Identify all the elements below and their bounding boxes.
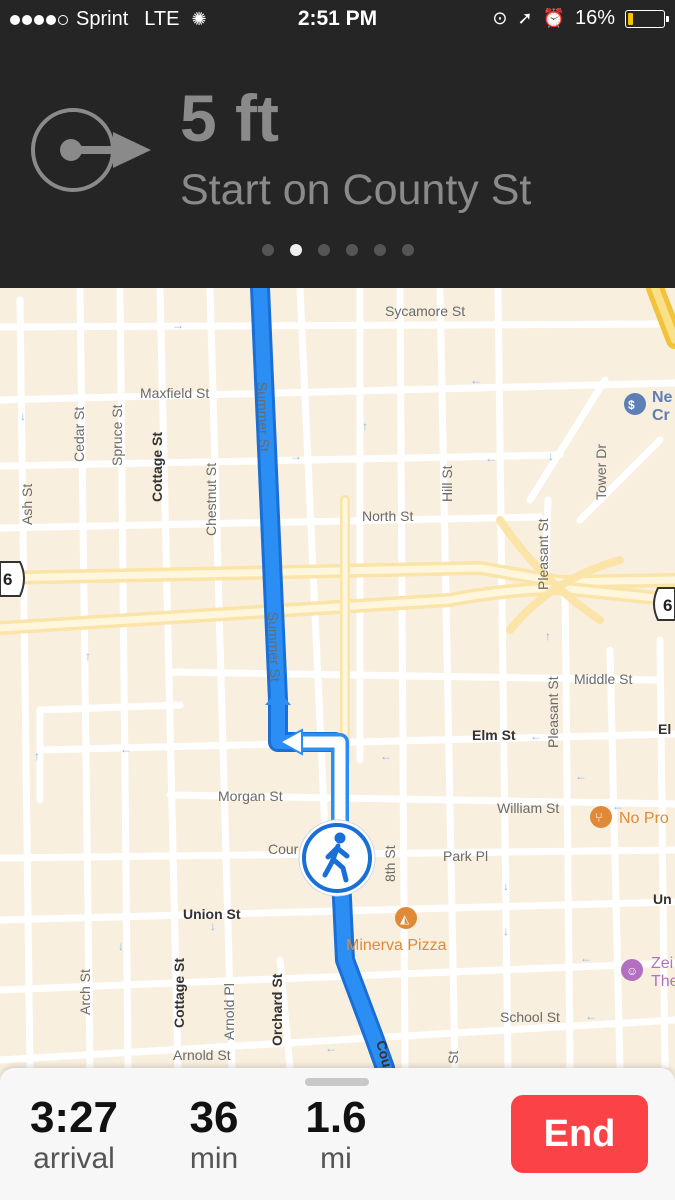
street-label: Sycamore St [385, 303, 465, 319]
svg-text:↓: ↓ [118, 939, 124, 953]
street-label: William St [497, 800, 559, 816]
svg-text:6: 6 [3, 570, 12, 589]
street-label: Maxfield St [140, 385, 209, 401]
street-label: Cottage St [149, 432, 165, 502]
page-dot [261, 244, 274, 256]
arrival-time: 3:27 [29, 1093, 119, 1142]
svg-text:No Pro: No Pro [619, 810, 669, 827]
drag-handle[interactable] [305, 1078, 369, 1086]
street-label: Cour [268, 841, 299, 857]
rotation-lock-icon: ⊙ [492, 8, 508, 28]
svg-text:The: The [651, 973, 675, 990]
street-label: Summer St [254, 382, 272, 453]
arrival-stat: 3:27 arrival [26, 1094, 122, 1176]
bank-icon: $ [628, 398, 635, 412]
battery-icon [625, 9, 669, 28]
battery-percent: 16% [574, 7, 615, 29]
route-shield-right: 6 [653, 587, 675, 621]
start-arrow-icon [31, 108, 151, 192]
street-label: El [658, 721, 671, 737]
street-label: Chestnut St [203, 463, 219, 536]
svg-text:Zei: Zei [651, 955, 673, 972]
svg-text:Ne: Ne [652, 389, 673, 406]
alarm-icon: ⏰ [542, 8, 565, 28]
page-dot [373, 244, 386, 256]
svg-text:↑: ↑ [34, 749, 40, 763]
street-label: Cottage St [171, 958, 187, 1028]
theater-masks-icon: ☺ [626, 964, 638, 978]
svg-text:←: ← [580, 951, 592, 965]
step-page-indicator[interactable] [0, 243, 675, 261]
map-view[interactable]: → ← → ← ← ← ← ← ← ← ← ← ↓ ↑ ↑ ↓ ↓ ↑ ↑ ↓ ↓ ↓ ↓ Sycamore St… [0, 288, 675, 1068]
svg-text:←: ← [485, 451, 497, 465]
street-label: North St [362, 508, 413, 524]
street-label: Summer St [265, 612, 283, 683]
svg-text:←: ← [585, 1009, 597, 1023]
current-location-walking-icon[interactable] [298, 819, 376, 897]
page-dot [401, 244, 414, 256]
maneuver-banner[interactable]: 5 ft Start on County St [0, 38, 675, 288]
distance-stat: 1.6 mi [296, 1094, 376, 1176]
street-label: Arnold Pl [221, 983, 237, 1040]
street-label: Pleasant St [545, 676, 561, 748]
street-label: Cedar St [71, 407, 87, 462]
pizza-icon: ◭ [400, 912, 410, 926]
svg-text:←: ← [530, 729, 542, 743]
restaurant-poi[interactable]: ⑂ No Pro [590, 806, 669, 828]
svg-text:←: ← [325, 1041, 337, 1055]
svg-text:→: → [290, 449, 302, 463]
street-label: Un [653, 891, 672, 907]
end-button[interactable]: End [511, 1095, 648, 1173]
svg-text:Minerva Pizza: Minerva Pizza [346, 937, 447, 954]
svg-text:↓: ↓ [503, 879, 509, 893]
street-label: Spruce St [109, 404, 125, 466]
trip-summary-panel[interactable]: 3:27 arrival 36 min 1.6 mi End [0, 1068, 675, 1200]
route-shield-left: 6 [0, 561, 25, 597]
svg-text:←: ← [575, 769, 587, 783]
svg-text:↑: ↑ [85, 649, 91, 663]
maneuver-instruction: Start on County St [180, 166, 532, 214]
fork-knife-icon: ⑂ [595, 810, 603, 825]
street-label: School St [500, 1009, 560, 1025]
svg-text:↑: ↑ [545, 629, 551, 643]
distance-value: 1.6 [305, 1093, 367, 1142]
maneuver-distance: 5 ft [180, 81, 279, 155]
page-dot-active [289, 244, 302, 256]
street-label: Elm St [472, 727, 516, 743]
street-label: Middle St [574, 671, 632, 687]
duration-stat: 36 min [174, 1094, 254, 1176]
svg-text:←: ← [470, 373, 482, 387]
street-label: St [445, 1051, 461, 1064]
svg-text:↓: ↓ [503, 924, 509, 938]
distance-label: mi [320, 1142, 352, 1175]
street-label: 8th St [382, 845, 398, 882]
svg-text:↓: ↓ [20, 409, 26, 423]
street-label: Arnold St [173, 1047, 231, 1063]
street-label: Tower Dr [593, 444, 609, 500]
svg-text:6: 6 [663, 596, 672, 615]
location-arrow-icon: ➚ [517, 8, 533, 28]
street-label: Pleasant St [535, 518, 551, 590]
street-label: Morgan St [218, 788, 283, 804]
svg-text:←: ← [380, 749, 392, 763]
svg-text:↑: ↑ [362, 419, 368, 433]
street-label: Park Pl [443, 848, 488, 864]
street-label: Hill St [439, 465, 455, 502]
street-label: Union St [183, 906, 241, 922]
svg-text:←: ← [120, 742, 132, 756]
duration-label: min [189, 1142, 239, 1175]
status-bar: Sprint LTE ✺ 2:51 PM ⊙ ➚ ⏰ 16% [0, 0, 675, 38]
street-label: Ash St [19, 484, 35, 525]
street-label: Arch St [77, 969, 93, 1015]
duration-value: 36 [189, 1093, 239, 1142]
svg-text:↓: ↓ [548, 449, 554, 463]
street-label: Orchard St [269, 973, 285, 1046]
page-dot [317, 244, 330, 256]
svg-text:Cr: Cr [652, 407, 670, 424]
page-dot [345, 244, 358, 256]
arrival-label: arrival [33, 1142, 115, 1175]
svg-text:→: → [172, 318, 184, 332]
